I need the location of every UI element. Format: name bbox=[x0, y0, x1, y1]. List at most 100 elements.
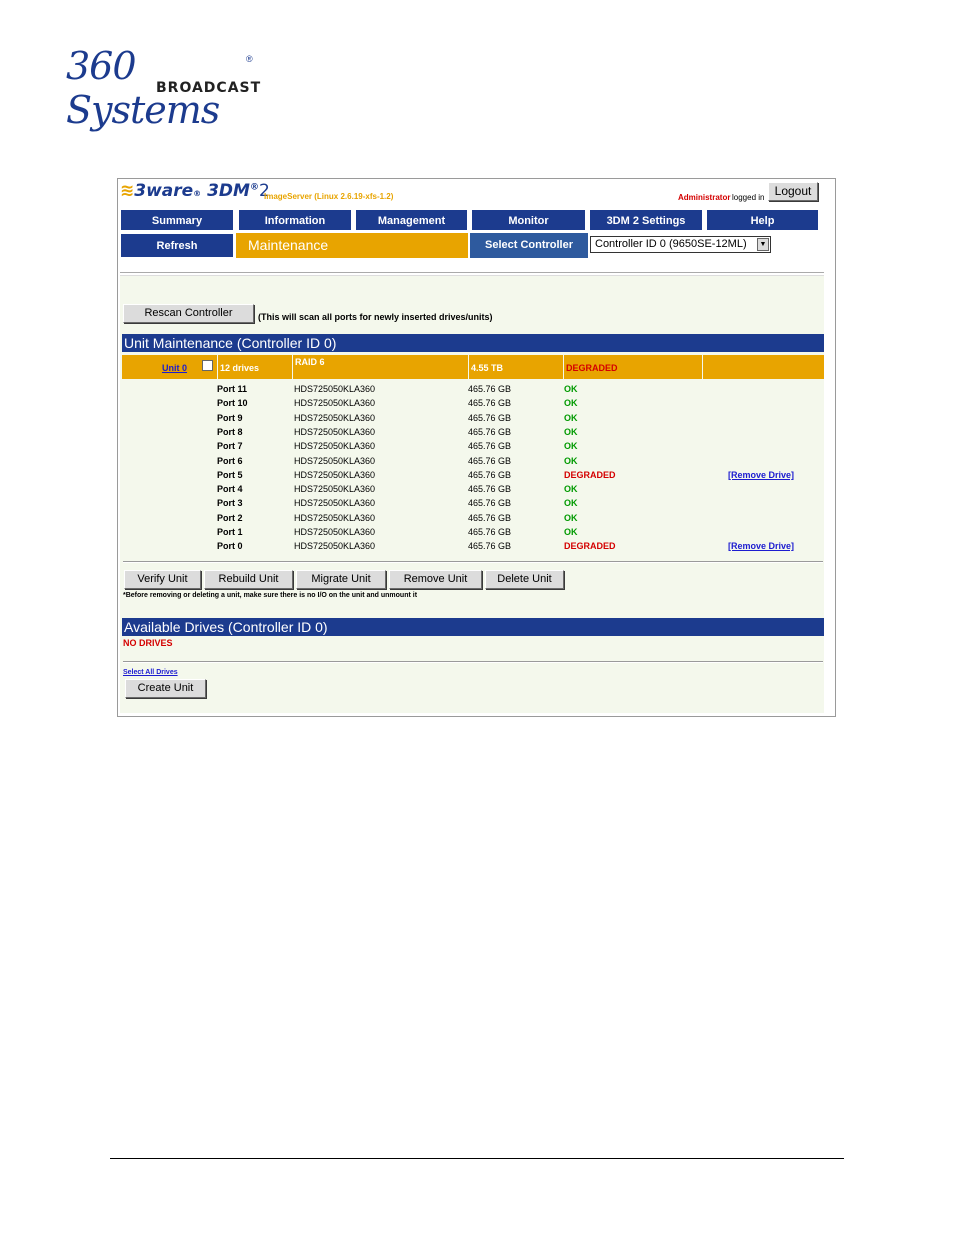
drive-capacity: 465.76 GB bbox=[468, 498, 512, 509]
unit-checkbox[interactable] bbox=[202, 360, 213, 371]
drive-port: Port 3 bbox=[217, 498, 243, 509]
drive-model: HDS725050KLA360 bbox=[294, 541, 376, 552]
drive-port: Port 9 bbox=[217, 412, 243, 423]
logo-subtitle: BROADCAST bbox=[156, 80, 262, 96]
refresh-button[interactable]: Refresh bbox=[120, 233, 234, 258]
logged-in-label: logged in bbox=[732, 193, 765, 202]
drive-status: OK bbox=[564, 384, 578, 394]
maintenance-panel: Rescan Controller (This will scan all po… bbox=[120, 276, 824, 713]
drive-port: Port 1 bbox=[217, 527, 243, 537]
drive-model: HDS725050KLA360 bbox=[294, 426, 376, 437]
drive-capacity: 465.76 GB bbox=[468, 412, 512, 423]
drive-port: Port 7 bbox=[217, 441, 243, 452]
drive-model: HDS725050KLA360 bbox=[294, 469, 376, 480]
drive-capacity: 465.76 GB bbox=[468, 484, 512, 495]
drive-status: OK bbox=[564, 398, 578, 409]
drive-port: Port 11 bbox=[217, 384, 248, 394]
company-logo: 360 Systems ® BROADCAST bbox=[66, 44, 266, 132]
divider bbox=[123, 561, 823, 563]
remove-unit-button[interactable]: Remove Unit bbox=[389, 570, 482, 589]
remove-drive-link[interactable]: [Remove Drive] bbox=[728, 539, 794, 553]
server-name: ImageServer (Linux 2.6.19-xfs-1.2) bbox=[264, 192, 394, 201]
3dm-screenshot: ≋3ware® 3DM®2 ImageServer (Linux 2.6.19-… bbox=[117, 178, 836, 717]
no-drives-text: NO DRIVES bbox=[123, 638, 173, 648]
drive-capacity: 465.76 GB bbox=[468, 441, 512, 452]
controller-select-value: Controller ID 0 (9650SE-12ML) bbox=[595, 238, 747, 250]
divider bbox=[123, 661, 823, 663]
drive-capacity: 465.76 GB bbox=[468, 398, 512, 409]
drive-status: OK bbox=[564, 441, 578, 452]
app-header: ≋3ware® 3DM®2 ImageServer (Linux 2.6.19-… bbox=[118, 179, 835, 207]
drive-status: OK bbox=[564, 426, 578, 437]
delete-unit-button[interactable]: Delete Unit bbox=[485, 570, 564, 589]
unit-size: 4.55 TB bbox=[469, 355, 563, 379]
remove-drive-link[interactable]: [Remove Drive] bbox=[728, 468, 794, 482]
drive-port: Port 4 bbox=[217, 484, 243, 495]
tab-information[interactable]: Information bbox=[238, 209, 352, 231]
drive-status: DEGRADED bbox=[564, 541, 616, 552]
drive-status: DEGRADED bbox=[564, 469, 616, 480]
user-name: Administrator bbox=[678, 193, 731, 202]
tab-monitor[interactable]: Monitor bbox=[471, 209, 586, 231]
swoosh-icon: ≋ bbox=[120, 181, 135, 201]
drive-model: HDS725050KLA360 bbox=[294, 455, 376, 466]
drive-capacity: 465.76 GB bbox=[468, 455, 512, 466]
drive-model: HDS725050KLA360 bbox=[294, 527, 376, 537]
drive-capacity: 465.76 GB bbox=[468, 512, 512, 523]
drive-capacity: 465.76 GB bbox=[468, 384, 512, 394]
drive-status: OK bbox=[564, 412, 578, 423]
unit-warning: *Before removing or deleting a unit, mak… bbox=[123, 592, 418, 599]
unit-raid: RAID 6 bbox=[293, 355, 468, 379]
drive-port: Port 8 bbox=[217, 426, 243, 437]
create-unit-button[interactable]: Create Unit bbox=[125, 679, 206, 698]
drive-model: HDS725050KLA360 bbox=[294, 412, 376, 423]
rescan-note: (This will scan all ports for newly inse… bbox=[258, 312, 493, 322]
drive-status: OK bbox=[564, 527, 578, 537]
drive-status: OK bbox=[564, 484, 578, 495]
drive-model: HDS725050KLA360 bbox=[294, 484, 376, 495]
drive-capacity: 465.76 GB bbox=[468, 469, 512, 480]
verify-unit-button[interactable]: Verify Unit bbox=[124, 570, 201, 589]
drive-port: Port 0 bbox=[217, 541, 243, 552]
3ware-logo: ≋3ware® 3DM®2 bbox=[120, 181, 270, 201]
drive-capacity: 465.76 GB bbox=[468, 527, 512, 537]
select-all-drives-link[interactable]: Select All Drives bbox=[123, 669, 178, 676]
drive-status: OK bbox=[564, 498, 578, 509]
unit-maintenance-title: Unit Maintenance (Controller ID 0) bbox=[122, 334, 824, 352]
drive-port: Port 2 bbox=[217, 512, 243, 523]
logo-registered-mark: ® bbox=[246, 54, 253, 64]
drive-port: Port 5 bbox=[217, 469, 243, 480]
drive-model: HDS725050KLA360 bbox=[294, 384, 376, 394]
drive-capacity: 465.76 GB bbox=[468, 541, 512, 552]
unit-cell: Unit 0 bbox=[122, 355, 217, 379]
current-page-label: Maintenance bbox=[236, 233, 468, 258]
tab-help[interactable]: Help bbox=[706, 209, 819, 231]
drive-model: HDS725050KLA360 bbox=[294, 498, 376, 509]
drive-model: HDS725050KLA360 bbox=[294, 441, 376, 452]
unit-action-cell bbox=[703, 355, 824, 379]
available-drives-title: Available Drives (Controller ID 0) bbox=[122, 618, 824, 636]
tab-summary[interactable]: Summary bbox=[120, 209, 234, 231]
drive-model: HDS725050KLA360 bbox=[294, 398, 376, 409]
logout-button[interactable]: Logout bbox=[768, 182, 818, 201]
tab-3dm-2-settings[interactable]: 3DM 2 Settings bbox=[589, 209, 703, 231]
chevron-down-icon[interactable]: ▼ bbox=[757, 238, 769, 251]
tab-management[interactable]: Management bbox=[355, 209, 468, 231]
drive-port: Port 10 bbox=[217, 398, 248, 409]
unit-row: Unit 0 12 drives RAID 6 4.55 TB DEGRADED bbox=[122, 355, 824, 379]
unit-drives: 12 drives bbox=[218, 355, 292, 379]
drive-port: Port 6 bbox=[217, 455, 243, 466]
select-controller-label: Select Controller bbox=[470, 233, 588, 258]
controller-select[interactable]: Controller ID 0 (9650SE-12ML) ▼ bbox=[590, 236, 771, 253]
rebuild-unit-button[interactable]: Rebuild Unit bbox=[204, 570, 293, 589]
drive-model: HDS725050KLA360 bbox=[294, 512, 376, 523]
unit-status: DEGRADED bbox=[564, 355, 702, 379]
rescan-controller-button[interactable]: Rescan Controller bbox=[123, 304, 254, 323]
migrate-unit-button[interactable]: Migrate Unit bbox=[296, 570, 386, 589]
drive-status: OK bbox=[564, 455, 578, 466]
product-name: 3DM bbox=[207, 181, 250, 201]
drive-capacity: 465.76 GB bbox=[468, 426, 512, 437]
unit-link[interactable]: Unit 0 bbox=[162, 363, 187, 373]
footer-rule bbox=[110, 1158, 844, 1159]
drive-status: OK bbox=[564, 512, 578, 523]
